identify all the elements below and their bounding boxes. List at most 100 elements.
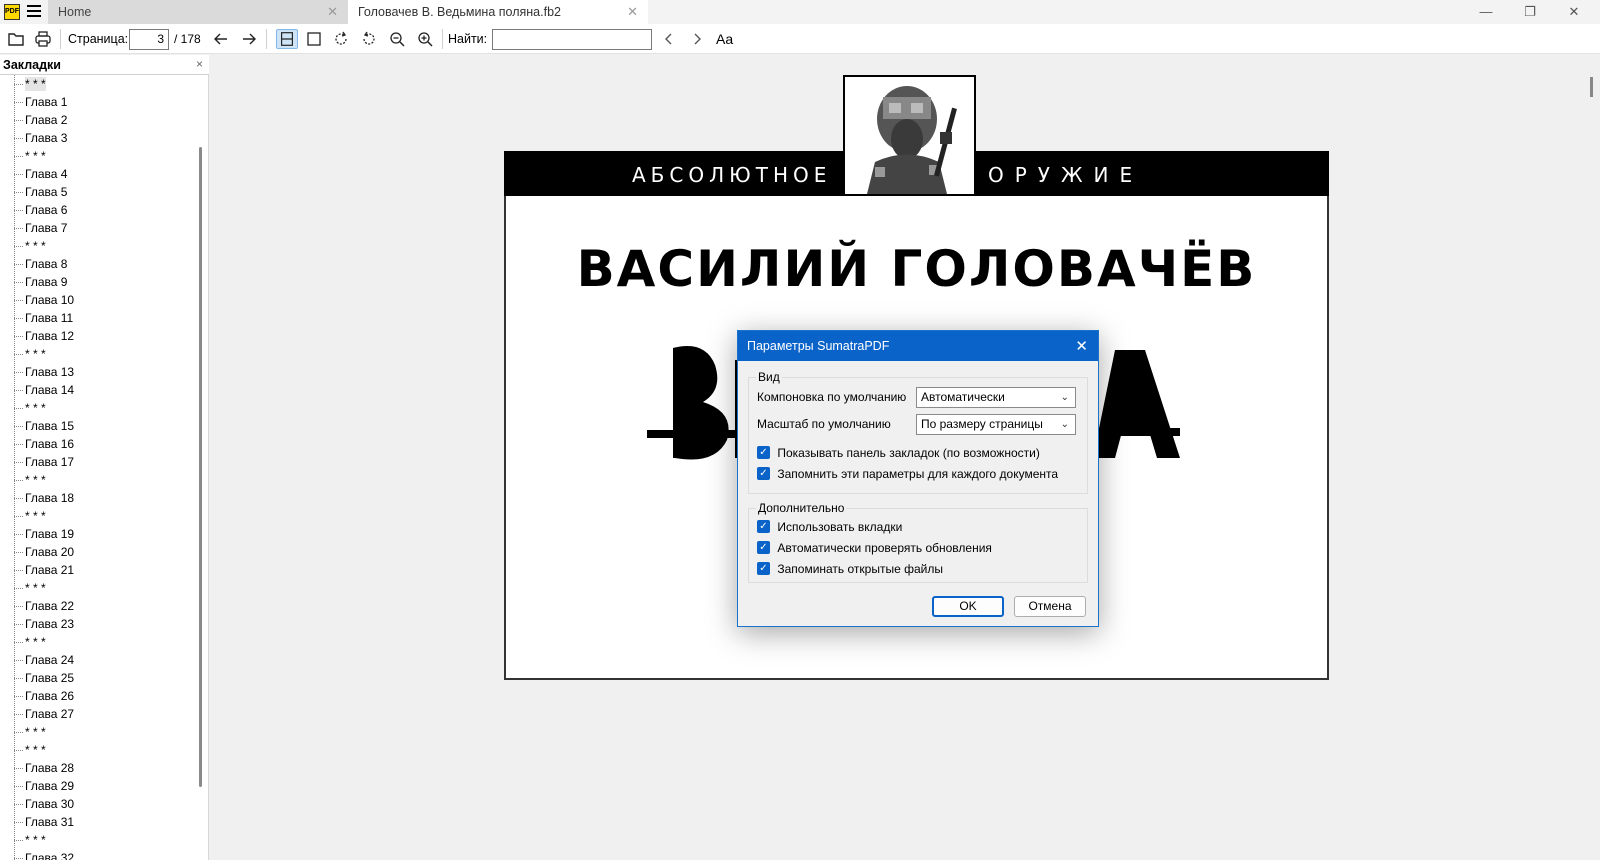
bookmark-item[interactable]: Глава 17 (0, 453, 196, 471)
bookmark-item[interactable]: Глава 4 (0, 165, 196, 183)
bookmark-label: Глава 1 (25, 95, 68, 109)
show-bookmarks-checkbox-row[interactable]: ✓ Показывать панель закладок (по возможн… (757, 445, 1040, 461)
bookmark-item[interactable]: Глава 26 (0, 687, 196, 705)
bookmark-item[interactable]: Глава 19 (0, 525, 196, 543)
page-number-input[interactable]: 3 (129, 29, 169, 50)
bookmark-item[interactable]: Глава 8 (0, 255, 196, 273)
zoom-select[interactable]: По размеру страницы ⌄ (916, 414, 1076, 435)
bookmark-item[interactable]: * * * (0, 831, 196, 849)
bookmark-item[interactable]: Глава 18 (0, 489, 196, 507)
remember-files-checkbox[interactable]: ✓ (757, 562, 770, 576)
tab-home-close-icon[interactable]: ✕ (327, 0, 338, 24)
bookmark-item[interactable]: * * * (0, 633, 196, 651)
bookmark-item[interactable]: Глава 3 (0, 129, 196, 147)
ok-button[interactable]: OK (932, 596, 1004, 617)
bookmark-item[interactable]: * * * (0, 723, 196, 741)
rotate-left-icon[interactable] (332, 30, 350, 48)
minimize-button[interactable]: — (1464, 0, 1508, 24)
app-logo-icon[interactable]: PDF (4, 4, 20, 20)
find-next-chevron-icon[interactable] (688, 30, 706, 48)
check-updates-checkbox[interactable]: ✓ (757, 541, 770, 555)
check-updates-checkbox-row[interactable]: ✓ Автоматически проверять обновления (757, 540, 992, 556)
cancel-button[interactable]: Отмена (1014, 596, 1086, 617)
bookmark-item[interactable]: Глава 30 (0, 795, 196, 813)
bookmark-item[interactable]: Глава 14 (0, 381, 196, 399)
bookmark-item[interactable]: Глава 9 (0, 273, 196, 291)
bookmark-item[interactable]: Глава 15 (0, 417, 196, 435)
chevron-down-icon: ⌄ (1060, 392, 1069, 403)
remember-settings-checkbox[interactable]: ✓ (757, 467, 770, 481)
maximize-button[interactable]: ❐ (1508, 0, 1552, 24)
bookmark-item[interactable]: Глава 1 (0, 93, 196, 111)
zoom-out-icon[interactable] (388, 30, 406, 48)
bookmark-item[interactable]: Глава 11 (0, 309, 196, 327)
continuous-view-icon[interactable] (276, 29, 298, 49)
bookmark-label: Глава 27 (25, 707, 75, 721)
bookmark-item[interactable]: Глава 31 (0, 813, 196, 831)
tab-home[interactable]: Home ✕ (48, 0, 348, 24)
bookmark-item[interactable]: * * * (0, 741, 196, 759)
bookmark-item[interactable]: * * * (0, 579, 196, 597)
check-updates-label: Автоматически проверять обновления (777, 540, 992, 555)
bookmark-item[interactable]: Глава 16 (0, 435, 196, 453)
remember-files-checkbox-row[interactable]: ✓ Запоминать открытые файлы (757, 561, 943, 577)
bookmark-item[interactable]: Глава 2 (0, 111, 196, 129)
bookmark-label: Глава 22 (25, 599, 75, 613)
bookmark-item[interactable]: * * * (0, 147, 196, 165)
bookmark-item[interactable]: Глава 7 (0, 219, 196, 237)
view-group: Вид Компоновка по умолчанию Автоматическ… (748, 370, 1088, 494)
bookmark-item[interactable]: * * * (0, 345, 196, 363)
bookmark-item[interactable]: Глава 24 (0, 651, 196, 669)
bookmark-label: Глава 30 (25, 797, 75, 811)
sidebar-close-icon[interactable]: × (196, 57, 203, 71)
show-bookmarks-checkbox[interactable]: ✓ (757, 446, 770, 460)
bookmark-item[interactable]: Глава 6 (0, 201, 196, 219)
use-tabs-checkbox-row[interactable]: ✓ Использовать вкладки (757, 519, 902, 535)
rotate-right-icon[interactable] (360, 30, 378, 48)
print-icon[interactable] (34, 30, 52, 48)
bookmark-item[interactable]: Глава 5 (0, 183, 196, 201)
bookmark-item[interactable]: Глава 23 (0, 615, 196, 633)
bookmark-item[interactable]: Глава 25 (0, 669, 196, 687)
match-case-icon[interactable]: Aa (716, 31, 734, 49)
bookmark-label: Глава 9 (25, 275, 68, 289)
use-tabs-checkbox[interactable]: ✓ (757, 520, 770, 534)
bookmark-item[interactable]: Глава 20 (0, 543, 196, 561)
bookmark-item[interactable]: Глава 12 (0, 327, 196, 345)
next-page-arrow-icon[interactable] (240, 30, 258, 48)
bookmark-item[interactable]: Глава 29 (0, 777, 196, 795)
dialog-close-icon[interactable]: ✕ (1075, 337, 1088, 355)
bookmark-item[interactable]: * * * (0, 471, 196, 489)
bookmark-item[interactable]: Глава 13 (0, 363, 196, 381)
fit-page-icon[interactable] (305, 30, 323, 48)
document-scrollbar[interactable] (1590, 77, 1593, 97)
menu-icon[interactable] (27, 5, 41, 19)
bookmark-item[interactable]: Глава 21 (0, 561, 196, 579)
cover-author: ВАСИЛИЙ ГОЛОВАЧЁВ (576, 240, 1257, 298)
find-prev-chevron-icon[interactable] (660, 30, 678, 48)
zoom-in-icon[interactable] (416, 30, 434, 48)
window-close-button[interactable]: ✕ (1552, 0, 1596, 24)
bookmark-item[interactable]: Глава 10 (0, 291, 196, 309)
remember-settings-checkbox-row[interactable]: ✓ Запомнить эти параметры для каждого до… (757, 466, 1058, 482)
bookmark-label: * * * (25, 347, 46, 361)
bookmark-label: Глава 13 (25, 365, 75, 379)
tab-document[interactable]: Головачев В. Ведьмина поляна.fb2 ✕ (348, 0, 648, 24)
prev-page-arrow-icon[interactable] (212, 30, 230, 48)
open-folder-icon[interactable] (7, 30, 25, 48)
bookmark-item[interactable]: Глава 28 (0, 759, 196, 777)
series-name-right: ОРУЖИЕ (988, 163, 1144, 187)
bookmark-item[interactable]: * * * (0, 399, 196, 417)
sidebar-scrollbar[interactable] (199, 147, 202, 787)
bookmark-item[interactable]: * * * (0, 237, 196, 255)
bookmark-item[interactable]: * * * (0, 507, 196, 525)
bookmark-item[interactable]: Глава 32 (0, 849, 196, 860)
bookmark-item[interactable]: * * * (0, 75, 196, 93)
title-bar: PDF Home ✕ Головачев В. Ведьмина поляна.… (0, 0, 1600, 24)
tab-document-close-icon[interactable]: ✕ (627, 0, 638, 24)
find-input[interactable] (492, 29, 652, 50)
bookmark-item[interactable]: Глава 27 (0, 705, 196, 723)
layout-select[interactable]: Автоматически ⌄ (916, 387, 1076, 408)
bookmark-label: Глава 14 (25, 383, 75, 397)
bookmark-item[interactable]: Глава 22 (0, 597, 196, 615)
